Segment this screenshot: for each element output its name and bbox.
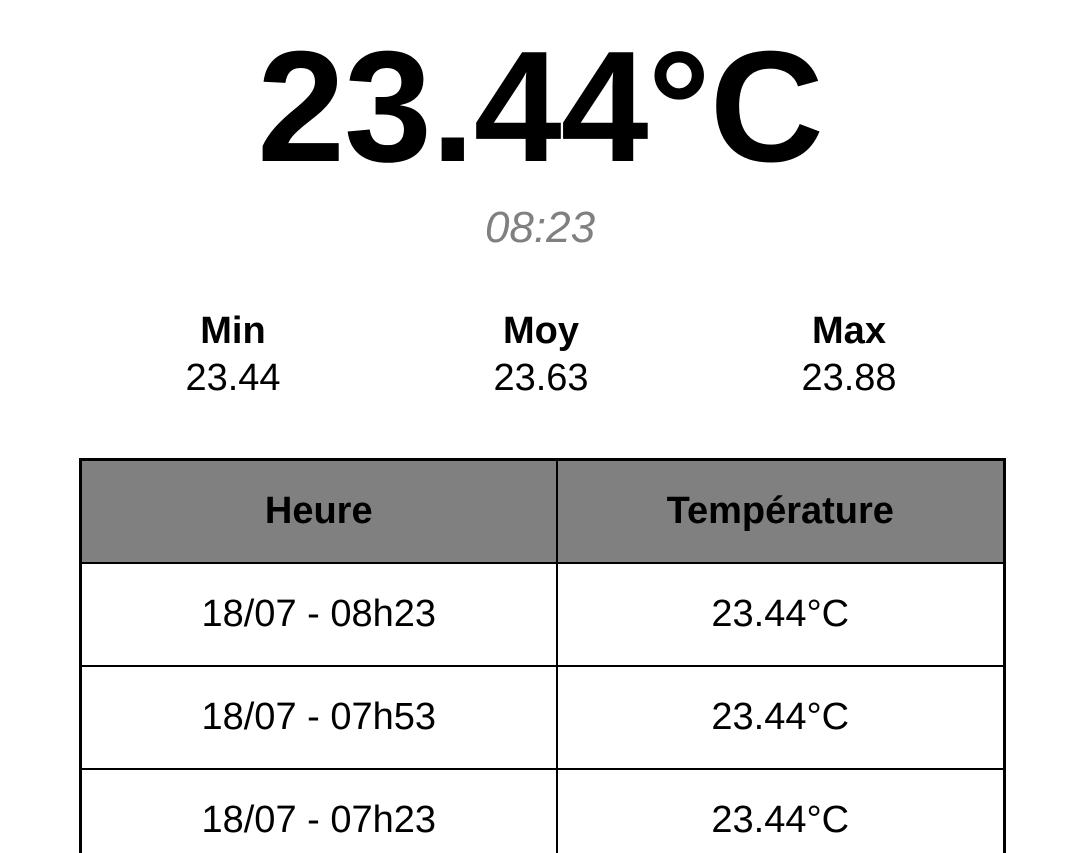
history-table-container: Heure Température 18/07 - 08h23 23.44°C …: [79, 458, 1006, 853]
stat-min-label: Min: [200, 310, 266, 352]
stat-max: Max 23.88: [729, 308, 969, 402]
stat-max-label: Max: [812, 310, 886, 352]
table-header-row: Heure Température: [79, 458, 1006, 564]
history-table: Heure Température 18/07 - 08h23 23.44°C …: [79, 458, 1006, 853]
column-header-time: Heure: [79, 458, 558, 564]
current-temperature: 23.44°C: [257, 19, 824, 195]
table-cell-time: 18/07 - 08h23: [79, 562, 558, 667]
stat-min-value: 23.44: [185, 357, 281, 399]
stat-max-value: 23.88: [801, 357, 897, 399]
stat-avg-label: Moy: [503, 310, 579, 352]
table-cell-temperature: 23.44°C: [555, 665, 1006, 770]
table-cell-temperature: 23.44°C: [555, 768, 1006, 853]
table-cell-temperature: 23.44°C: [555, 562, 1006, 667]
table-cell-time: 18/07 - 07h23: [79, 768, 558, 853]
stats-row: Min 23.44 Moy 23.63 Max 23.88: [0, 308, 1080, 408]
table-row: 18/07 - 08h23 23.44°C: [79, 562, 1006, 667]
column-header-temperature: Température: [555, 458, 1006, 564]
current-time: 08:23: [484, 203, 596, 252]
stat-avg: Moy 23.63: [421, 308, 661, 402]
table-cell-time: 18/07 - 07h53: [79, 665, 558, 770]
table-row: 18/07 - 07h23 23.44°C: [79, 768, 1006, 853]
stat-avg-value: 23.63: [493, 357, 589, 399]
stat-min: Min 23.44: [113, 308, 353, 402]
table-row: 18/07 - 07h53 23.44°C: [79, 665, 1006, 770]
